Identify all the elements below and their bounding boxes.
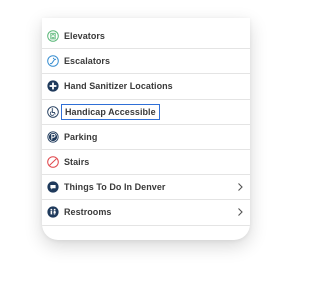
menu-item-stairs[interactable]: Stairs <box>42 150 250 176</box>
chevron-right-icon <box>237 207 244 217</box>
elevator-icon <box>47 30 59 42</box>
restroom-icon <box>47 206 59 219</box>
menu-item-label: Restrooms <box>64 207 112 218</box>
menu-item-parking[interactable]: Parking <box>42 125 250 150</box>
menu-item-label: Parking <box>64 131 98 142</box>
menu-item-escalators[interactable]: Escalators <box>42 49 250 75</box>
plus-circle-icon <box>47 80 59 93</box>
chevron-right-icon <box>237 182 244 192</box>
amenities-menu-panel: Elevators Escalators Hand Sanitizer Loca… <box>42 18 250 240</box>
menu-item-label: Elevators <box>64 31 105 42</box>
menu-item-label: Handicap Accessible <box>61 103 160 120</box>
wheelchair-icon <box>47 105 59 118</box>
escalator-icon <box>47 55 59 68</box>
menu-item-restrooms[interactable]: Restrooms <box>42 200 250 226</box>
amenities-list: Elevators Escalators Hand Sanitizer Loca… <box>42 24 250 226</box>
menu-item-hand-sanitizer[interactable]: Hand Sanitizer Locations <box>42 74 250 100</box>
menu-item-label: Things To Do In Denver <box>64 182 166 193</box>
menu-item-things-to-do[interactable]: Things To Do In Denver <box>42 175 250 201</box>
menu-item-handicap-accessible[interactable]: Handicap Accessible <box>42 100 250 125</box>
menu-item-label: Hand Sanitizer Locations <box>64 81 173 92</box>
speech-bubble-icon <box>47 181 59 193</box>
menu-item-label: Stairs <box>64 157 90 168</box>
menu-item-label: Escalators <box>64 56 111 67</box>
stairs-icon <box>47 156 59 168</box>
parking-icon <box>47 131 59 143</box>
menu-item-elevators[interactable]: Elevators <box>42 24 250 50</box>
